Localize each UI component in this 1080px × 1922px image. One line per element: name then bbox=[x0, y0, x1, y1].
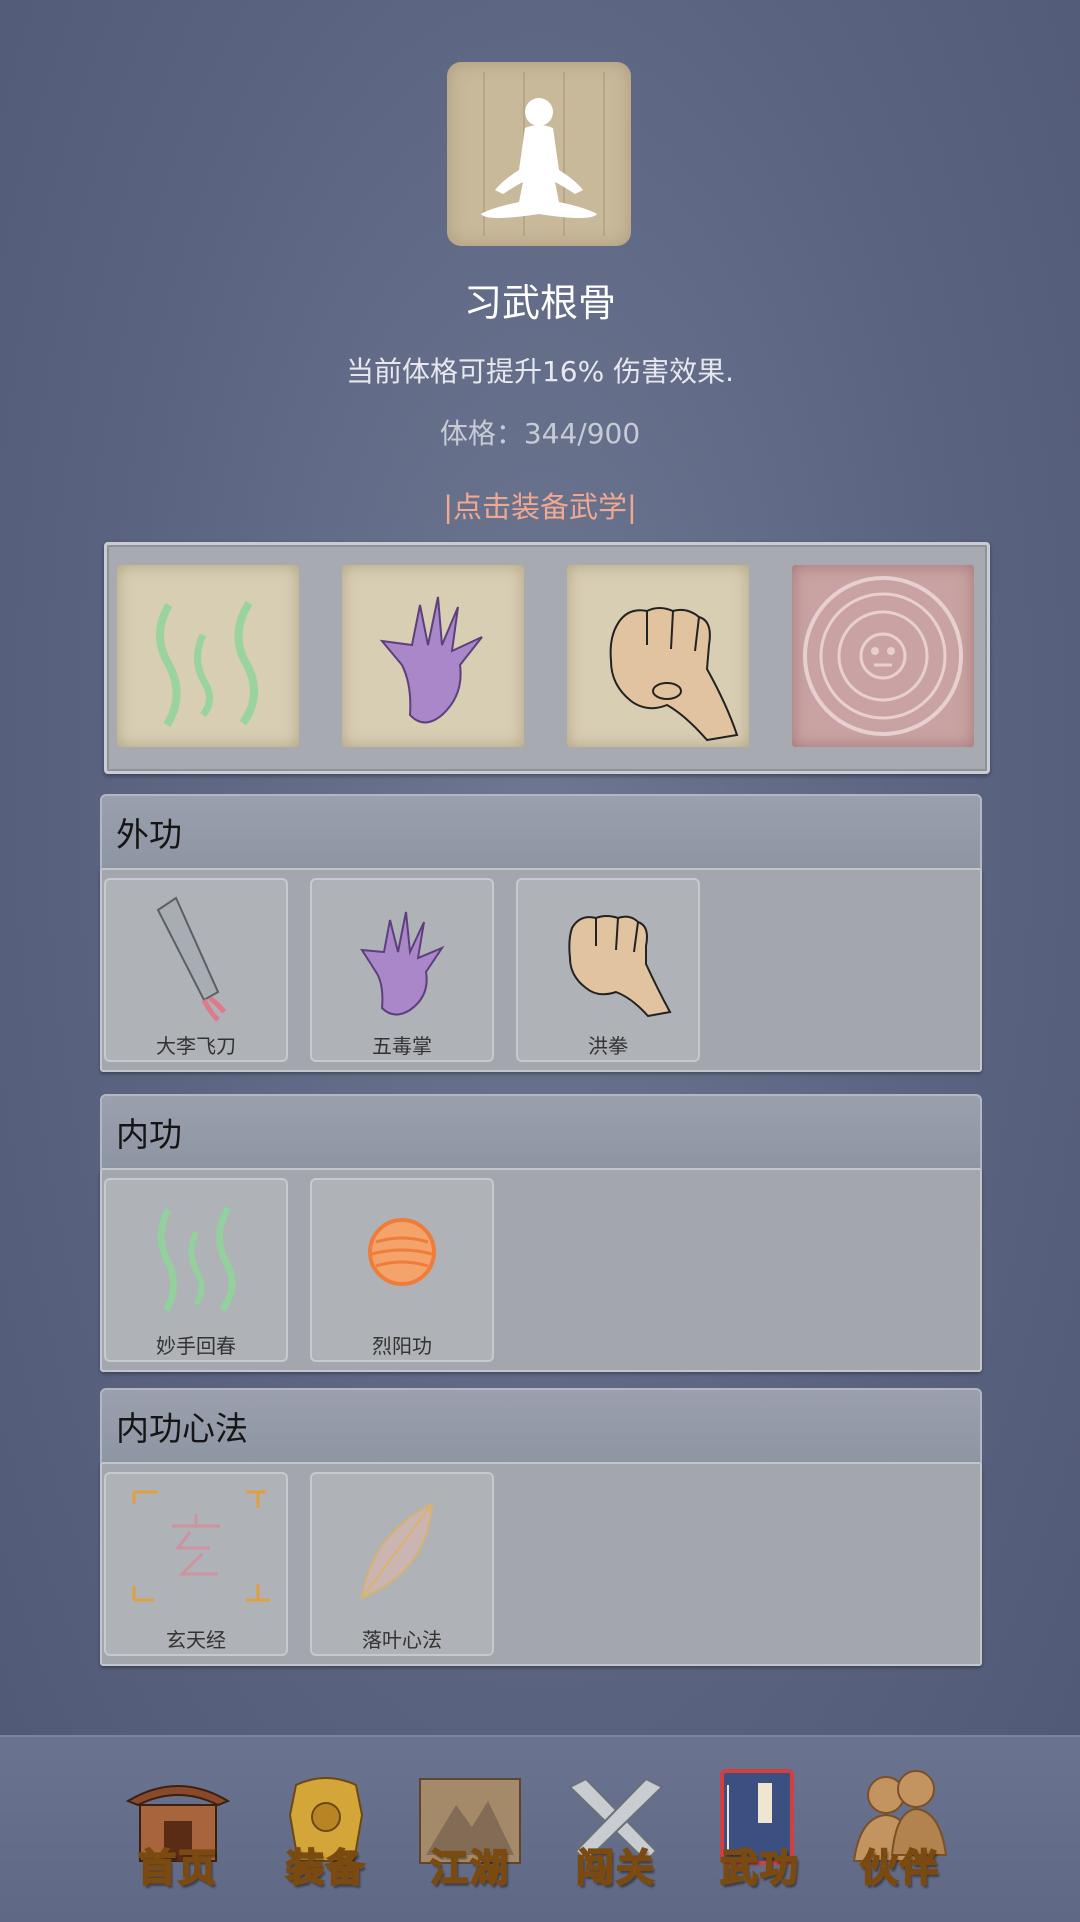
nav-equipment[interactable]: 装备 bbox=[266, 1765, 386, 1905]
equip-martial-arts-link[interactable]: |点击装备武学| bbox=[0, 484, 1080, 526]
equipped-slot-4[interactable] bbox=[792, 565, 974, 747]
section-body-waigong: 大李飞刀 五毒掌 洪拳 bbox=[100, 868, 982, 1072]
xuan-scroll-icon bbox=[132, 1490, 270, 1602]
leaf-icon bbox=[360, 1502, 434, 1600]
nav-label: 闯关 bbox=[575, 1844, 656, 1891]
page-title: 习武根骨 bbox=[463, 281, 616, 325]
skill-name: 大李飞刀 bbox=[156, 1034, 236, 1058]
skill-card[interactable]: 洪拳 bbox=[516, 878, 700, 1062]
equipped-slots-panel bbox=[104, 542, 990, 774]
aztec-seal-icon bbox=[803, 576, 963, 736]
purple-palm-icon bbox=[379, 596, 483, 724]
skill-name: 玄天经 bbox=[166, 1628, 226, 1652]
section-title: 内功心法 bbox=[116, 1409, 248, 1448]
skill-card[interactable]: 五毒掌 bbox=[310, 878, 494, 1062]
purple-palm-icon bbox=[360, 911, 445, 1016]
skill-name: 五毒掌 bbox=[372, 1034, 432, 1058]
nav-label: 首页 bbox=[137, 1844, 218, 1891]
skill-name: 烈阳功 bbox=[372, 1334, 432, 1358]
section-body-neigong-xinfa: 玄天经 落叶心法 bbox=[100, 1462, 982, 1666]
meditation-avatar-icon bbox=[447, 62, 631, 246]
sun-orb-icon bbox=[368, 1218, 436, 1286]
bottom-nav: 首页 装备 江湖 闯关 武功 伙伴 bbox=[0, 1735, 1080, 1922]
physique-stat: 体格：344/900 bbox=[439, 417, 641, 450]
flying-blade-icon bbox=[156, 896, 227, 1022]
nav-martial-arts[interactable]: 武功 bbox=[700, 1765, 820, 1905]
nav-label: 伙伴 bbox=[859, 1844, 940, 1891]
skill-name: 妙手回春 bbox=[156, 1334, 236, 1358]
green-qi-icon bbox=[157, 1206, 236, 1313]
skill-card[interactable]: 大李飞刀 bbox=[104, 878, 288, 1062]
skill-card[interactable]: 落叶心法 bbox=[310, 1472, 494, 1656]
nav-label: 装备 bbox=[285, 1844, 366, 1891]
section-title: 外功 bbox=[116, 815, 182, 854]
section-title: 内功 bbox=[116, 1115, 182, 1154]
equipped-slot-2[interactable] bbox=[342, 565, 524, 747]
skill-name: 洪拳 bbox=[588, 1034, 628, 1058]
skill-card[interactable]: 妙手回春 bbox=[104, 1178, 288, 1362]
fist-icon bbox=[568, 915, 672, 1018]
section-body-neigong: 妙手回春 烈阳功 bbox=[100, 1168, 982, 1372]
skill-card[interactable]: 烈阳功 bbox=[310, 1178, 494, 1362]
nav-label: 武功 bbox=[719, 1844, 800, 1891]
nav-companions[interactable]: 伙伴 bbox=[840, 1765, 960, 1905]
skill-card[interactable]: 玄天经 bbox=[104, 1472, 288, 1656]
equipped-slot-1[interactable] bbox=[117, 565, 299, 747]
equipped-slot-3[interactable] bbox=[567, 565, 749, 747]
nav-challenge[interactable]: 闯关 bbox=[556, 1765, 676, 1905]
section-header-neigong-xinfa: 内功心法 bbox=[100, 1388, 982, 1464]
green-qi-icon bbox=[156, 600, 259, 728]
fist-icon bbox=[609, 607, 739, 742]
nav-jianghu[interactable]: 江湖 bbox=[410, 1765, 530, 1905]
section-header-waigong: 外功 bbox=[100, 794, 982, 870]
skill-name: 落叶心法 bbox=[362, 1628, 442, 1652]
section-header-neigong: 内功 bbox=[100, 1094, 982, 1170]
bonus-description: 当前体格可提升16% 伤害效果. bbox=[345, 355, 735, 388]
nav-label: 江湖 bbox=[429, 1844, 510, 1891]
nav-home[interactable]: 首页 bbox=[118, 1765, 238, 1905]
